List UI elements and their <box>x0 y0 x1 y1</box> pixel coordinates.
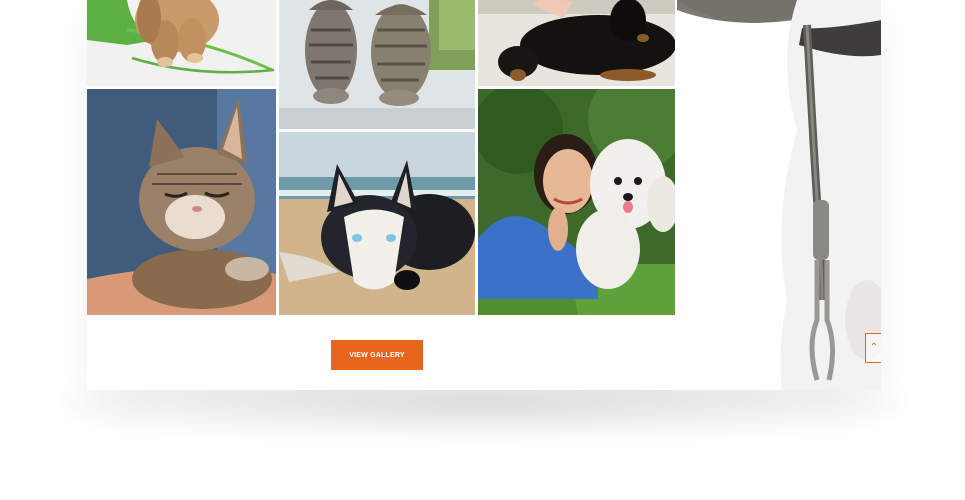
scroll-top-button[interactable]: ⌃ <box>865 333 881 363</box>
decorative-dog-with-leash <box>677 0 881 390</box>
gallery-photo-two-kittens-window[interactable] <box>279 0 475 129</box>
gallery-photo-husky-on-beach[interactable] <box>279 132 475 315</box>
gallery-photo-black-dog-lying[interactable] <box>478 0 675 86</box>
view-gallery-button[interactable]: VIEW GALLERY <box>331 340 423 370</box>
gallery-section: VIEW GALLERY ⌃ <box>87 0 881 390</box>
gallery-photo-puppy-in-green-bag[interactable] <box>87 0 276 86</box>
gallery-photo-kitten-squinting[interactable] <box>87 89 276 315</box>
gallery-photo-woman-with-white-poodle[interactable] <box>478 89 675 315</box>
chevron-up-icon: ⌃ <box>869 342 879 353</box>
